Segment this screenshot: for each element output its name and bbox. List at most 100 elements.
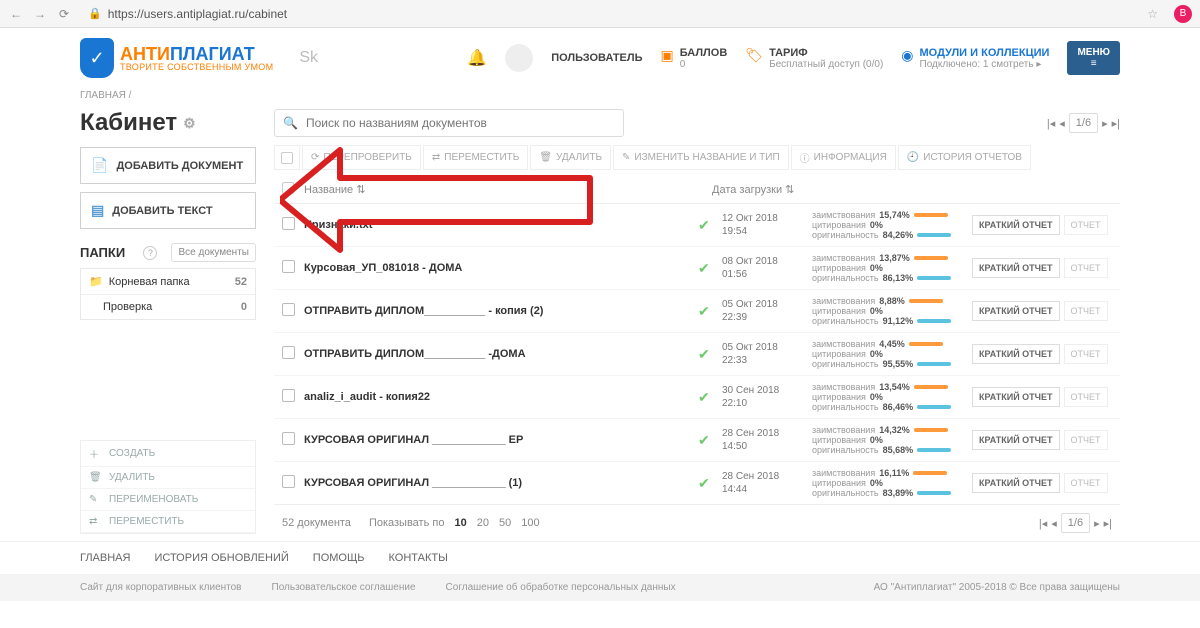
brief-report-button[interactable]: КРАТКИЙ ОТЧЕТ <box>972 387 1060 407</box>
folder-create[interactable]: ＋СОЗДАТЬ <box>81 441 255 467</box>
add-text-button[interactable]: ▤ ДОБАВИТЬ ТЕКСТ <box>80 192 256 229</box>
footer-main[interactable]: ГЛАВНАЯ <box>80 552 130 564</box>
brief-report-button[interactable]: КРАТКИЙ ОТЧЕТ <box>972 215 1060 235</box>
row-date: 28 Сен 201814:50 <box>722 427 812 453</box>
col-date[interactable]: Дата загрузки ⇅ <box>712 183 812 196</box>
per-page-20[interactable]: 20 <box>477 517 489 529</box>
select-all-checkbox[interactable] <box>282 182 304 197</box>
search-box[interactable]: 🔍 <box>274 109 624 137</box>
footer-terms[interactable]: Пользовательское соглашение <box>272 582 416 593</box>
refresh-icon: ⟳ <box>311 152 319 163</box>
row-checkbox[interactable] <box>282 303 295 316</box>
report-button[interactable]: ОТЧЕТ <box>1064 258 1108 278</box>
row-metrics: заимствования 13,54% цитирования 0% ориг… <box>812 382 972 412</box>
pager-next[interactable]: ▸ <box>1102 117 1108 130</box>
back-button[interactable]: ← <box>8 6 24 22</box>
bell-icon[interactable]: 🔔 <box>467 48 487 68</box>
row-checkbox[interactable] <box>282 260 295 273</box>
child-folder[interactable]: Проверка 0 <box>81 295 255 319</box>
folder-move[interactable]: ⇄ПЕРЕМЕСТИТЬ <box>81 511 255 533</box>
table-row[interactable]: КУРСОВАЯ ОРИГИНАЛ ____________ ЕР ✔ 28 С… <box>274 419 1120 462</box>
report-button[interactable]: ОТЧЕТ <box>1064 301 1108 321</box>
row-metrics: заимствования 16,11% цитирования 0% ориг… <box>812 468 972 498</box>
forward-button[interactable]: → <box>32 6 48 22</box>
pager-last[interactable]: ▸| <box>1112 117 1120 130</box>
search-input[interactable] <box>306 116 615 130</box>
per-page-10[interactable]: 10 <box>454 517 466 529</box>
brief-report-button[interactable]: КРАТКИЙ ОТЧЕТ <box>972 344 1060 364</box>
footer-history[interactable]: ИСТОРИЯ ОБНОВЛЕНИЙ <box>154 552 288 564</box>
toolbar-checkbox[interactable] <box>274 145 300 170</box>
pager-prev-b[interactable]: ◂ <box>1051 517 1057 530</box>
pager-page[interactable]: 1/6 <box>1069 113 1098 133</box>
brief-report-button[interactable]: КРАТКИЙ ОТЧЕТ <box>972 301 1060 321</box>
footer-copy: АО "Антиплагиат" 2005-2018 © Все права з… <box>874 582 1120 593</box>
footer-corp[interactable]: Сайт для корпоративных клиентов <box>80 582 242 593</box>
toolbar-rename[interactable]: ✎ИЗМЕНИТЬ НАЗВАНИЕ И ТИП <box>613 145 789 170</box>
folder-delete[interactable]: 🗑УДАЛИТЬ <box>81 467 255 489</box>
table-row[interactable]: ОТПРАВИТЬ ДИПЛОМ__________ - копия (2) ✔… <box>274 290 1120 333</box>
footer-privacy[interactable]: Соглашение об обработке персональных дан… <box>446 582 676 593</box>
browser-chrome: ← → ⟳ 🔒 https://users.antiplagiat.ru/cab… <box>0 0 1200 28</box>
toolbar-info[interactable]: ⓘИНФОРМАЦИЯ <box>791 145 896 170</box>
toolbar-delete[interactable]: 🗑УДАЛИТЬ <box>530 145 611 170</box>
add-document-button[interactable]: 📄 ДОБАВИТЬ ДОКУМЕНТ <box>80 147 256 184</box>
table-row[interactable]: analiz_i_audit - копия22 ✔ 30 Сен 201822… <box>274 376 1120 419</box>
row-date: 28 Сен 201814:44 <box>722 470 812 496</box>
table-row[interactable]: Курсовая_УП_081018 - ДОМА ✔ 08 Окт 20180… <box>274 247 1120 290</box>
row-checkbox[interactable] <box>282 346 295 359</box>
table-row[interactable]: Признаки.txt ✔ 12 Окт 201819:54 заимство… <box>274 204 1120 247</box>
toolbar-history[interactable]: 🕘ИСТОРИЯ ОТЧЕТОВ <box>898 145 1031 170</box>
folders-label: ПАПКИ <box>80 245 125 260</box>
gear-icon[interactable]: ⚙ <box>183 115 196 132</box>
menu-button[interactable]: МЕНЮ≡ <box>1067 41 1120 75</box>
brief-report-button[interactable]: КРАТКИЙ ОТЧЕТ <box>972 430 1060 450</box>
logo[interactable]: ✓ АНТИПЛАГИАТ ТВОРИТЕ СОБСТВЕННЫМ УМОМ <box>80 38 273 78</box>
sidebar: Кабинет ⚙ 📄 ДОБАВИТЬ ДОКУМЕНТ ▤ ДОБАВИТЬ… <box>80 109 256 541</box>
table-row[interactable]: КУРСОВАЯ ОРИГИНАЛ ____________ (1) ✔ 28 … <box>274 462 1120 504</box>
profile-badge[interactable]: В <box>1174 5 1192 23</box>
table-row[interactable]: ОТПРАВИТЬ ДИПЛОМ__________ -ДОМА ✔ 05 Ок… <box>274 333 1120 376</box>
report-button[interactable]: ОТЧЕТ <box>1064 344 1108 364</box>
report-button[interactable]: ОТЧЕТ <box>1064 387 1108 407</box>
row-checkbox[interactable] <box>282 389 295 402</box>
pager-page-b[interactable]: 1/6 <box>1061 513 1090 533</box>
trash-icon: 🗑 <box>539 152 552 163</box>
reload-button[interactable]: ⟳ <box>56 6 72 22</box>
pager-next-b[interactable]: ▸ <box>1094 517 1100 530</box>
toolbar-recheck[interactable]: ⟳ПЕРЕПРОВЕРИТЬ <box>302 145 421 170</box>
bookmark-icon[interactable]: ☆ <box>1147 7 1158 21</box>
per-page-100[interactable]: 100 <box>521 517 539 529</box>
move-icon: ⇄ <box>432 152 440 163</box>
row-date: 05 Окт 201822:33 <box>722 341 812 367</box>
pager-prev[interactable]: ◂ <box>1059 117 1065 130</box>
modules[interactable]: ◉ МОДУЛИ И КОЛЛЕКЦИИ Подключено: 1 смотр… <box>901 47 1049 70</box>
toolbar-move[interactable]: ⇄ПЕРЕМЕСТИТЬ <box>423 145 528 170</box>
row-metrics: заимствования 8,88% цитирования 0% ориги… <box>812 296 972 326</box>
help-icon[interactable]: ? <box>143 246 157 260</box>
url-bar[interactable]: 🔒 https://users.antiplagiat.ru/cabinet ☆ <box>80 5 1166 23</box>
check-icon: ✔ <box>698 432 722 449</box>
brief-report-button[interactable]: КРАТКИЙ ОТЧЕТ <box>972 473 1060 493</box>
footer-help[interactable]: ПОМОЩЬ <box>313 552 365 564</box>
root-folder[interactable]: 📁Корневая папка 52 <box>81 269 255 295</box>
per-page-50[interactable]: 50 <box>499 517 511 529</box>
pager-first-b[interactable]: |◂ <box>1039 517 1047 530</box>
all-documents-button[interactable]: Все документы <box>171 243 256 262</box>
row-checkbox[interactable] <box>282 475 295 488</box>
footer-contacts[interactable]: КОНТАКТЫ <box>389 552 448 564</box>
folder-rename[interactable]: ✎ПЕРЕИМЕНОВАТЬ <box>81 489 255 511</box>
report-button[interactable]: ОТЧЕТ <box>1064 473 1108 493</box>
report-button[interactable]: ОТЧЕТ <box>1064 215 1108 235</box>
pager-first[interactable]: |◂ <box>1047 117 1055 130</box>
user-label[interactable]: ПОЛЬЗОВАТЕЛЬ <box>551 52 642 64</box>
footer-sub: Сайт для корпоративных клиентов Пользова… <box>0 574 1200 601</box>
row-checkbox[interactable] <box>282 217 295 230</box>
avatar[interactable] <box>505 44 533 72</box>
col-name[interactable]: Название ⇅ <box>304 183 712 196</box>
brief-report-button[interactable]: КРАТКИЙ ОТЧЕТ <box>972 258 1060 278</box>
row-checkbox[interactable] <box>282 432 295 445</box>
pager-last-b[interactable]: ▸| <box>1104 517 1112 530</box>
breadcrumb[interactable]: ГЛАВНАЯ / <box>0 86 1200 109</box>
report-button[interactable]: ОТЧЕТ <box>1064 430 1108 450</box>
